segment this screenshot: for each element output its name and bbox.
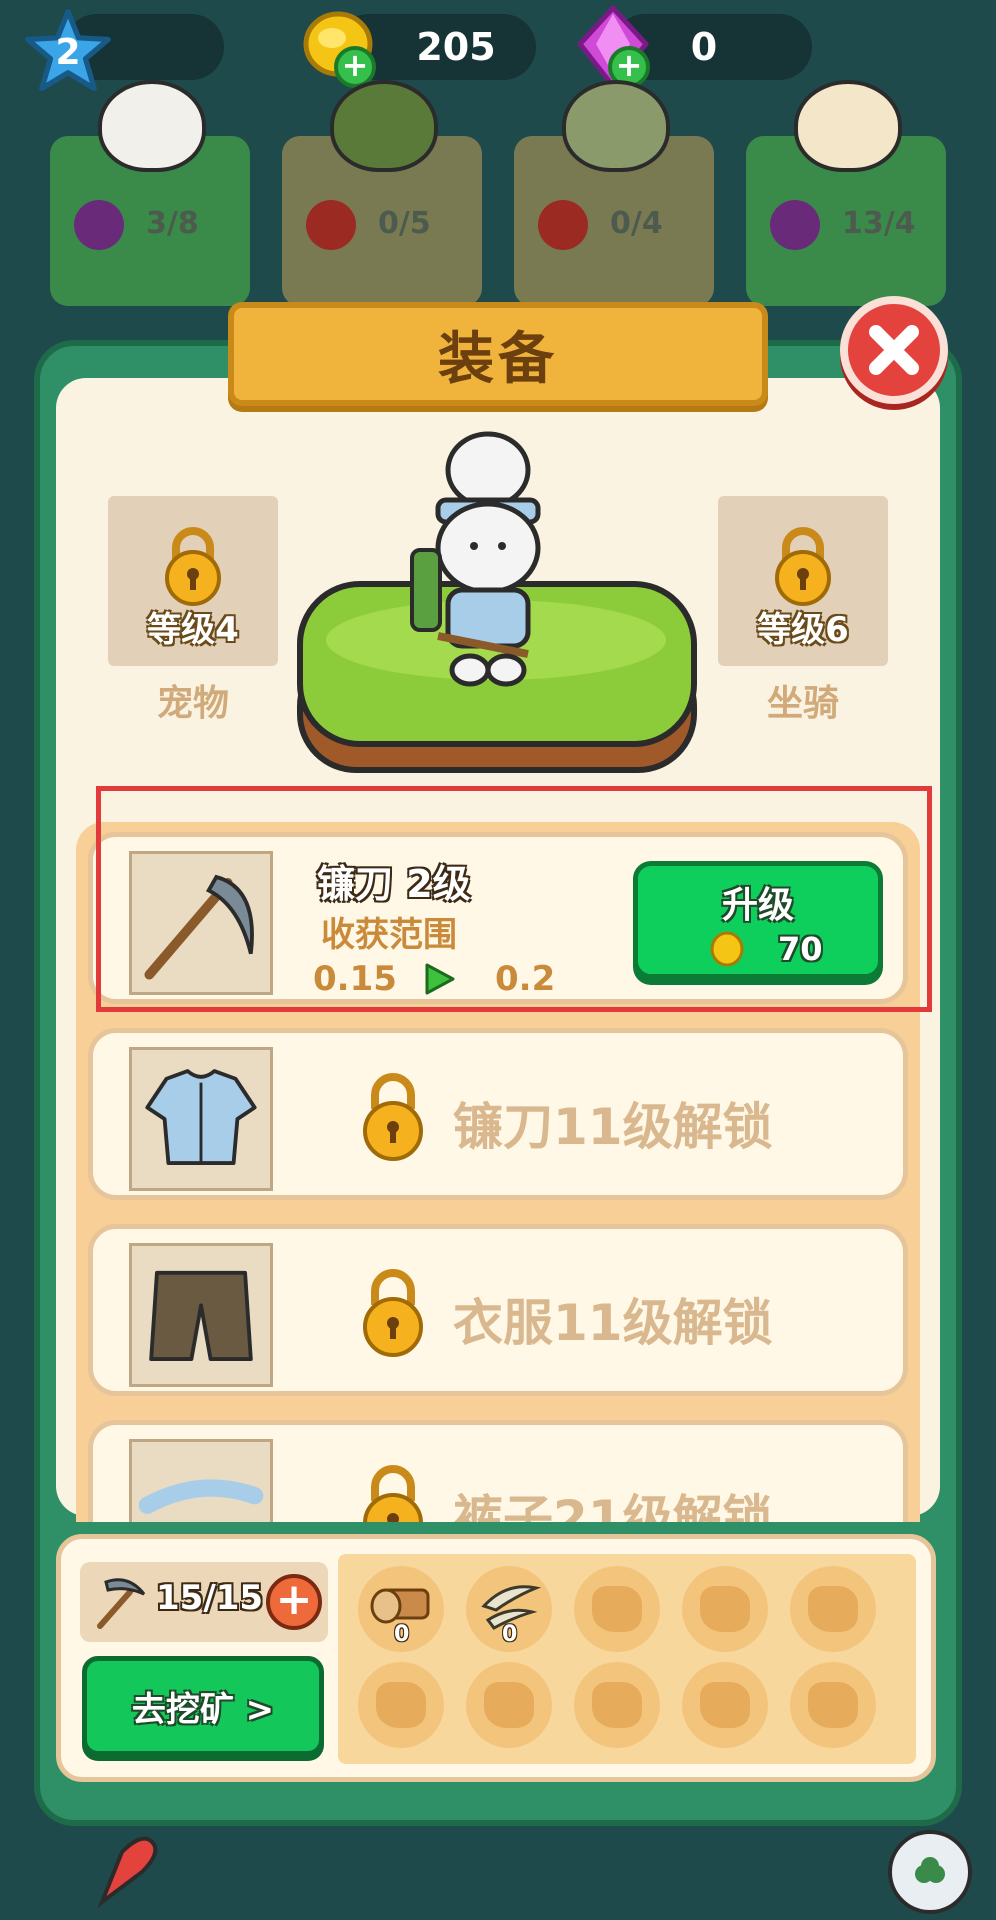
headband-icon [138,1479,264,1514]
shorts-slot [129,1243,273,1387]
lock-icon [165,527,221,606]
mount-slot[interactable]: 等级6 [718,496,888,666]
inventory-slot-locked[interactable] [790,1566,876,1652]
pickaxe-count: 15/15 [156,1578,264,1618]
upgrade-label: 升级 [721,885,794,926]
level-value: 2 [55,31,81,73]
coin-icon [710,931,744,967]
mount-slot-caption: 坐骑 [766,683,839,724]
play-arrow-icon [425,963,455,995]
inventory-slot-locked[interactable] [574,1566,660,1652]
pet-slot[interactable]: 等级4 [108,496,278,666]
locked-ore-icon [592,1682,642,1728]
inventory-slot[interactable]: 0 [466,1566,552,1652]
sickle-icon [144,874,254,980]
cow-head-icon [98,80,206,172]
animal-card-dragon[interactable]: 0/4 [514,80,714,306]
animal-card-count: 3/8 [146,206,199,241]
animal-card-blob[interactable]: 0/5 [282,80,482,306]
panel-title-banner: 装备 [228,302,768,406]
equipment-item-locked: 裤子21级解锁 [88,1420,908,1522]
equipment-list[interactable]: 镰刀 2级 收获范围 0.15 0.2 升级 70 镰刀11级解锁 衣服11级解… [76,822,920,1522]
go-mining-button[interactable]: 去挖矿 > [82,1656,324,1756]
cat-head-icon [794,80,902,172]
grape-icon [74,200,124,250]
dragon-head-icon [562,80,670,172]
gem-value: 0 [690,25,718,69]
inventory-slot-locked[interactable] [358,1662,444,1748]
inventory-slot-locked[interactable] [682,1662,768,1748]
close-icon [869,325,919,375]
animal-card-cow[interactable]: 3/8 [50,80,250,306]
lock-icon [363,1073,423,1161]
inventory-slot-locked[interactable] [574,1662,660,1748]
equipment-item-sickle: 镰刀 2级 收获范围 0.15 0.2 升级 70 [88,832,908,1004]
inventory-slot[interactable]: 0 [358,1566,444,1652]
go-mining-label: 去挖矿 > [131,1689,275,1730]
rocket-icon [97,1836,158,1908]
animal-card-count: 0/5 [378,206,431,241]
inventory-count: 0 [394,1622,410,1647]
locked-ore-icon [376,1682,426,1728]
upgrade-cost: 70 [778,930,823,968]
equipment-item-locked: 衣服11级解锁 [88,1224,908,1396]
equipment-item-locked: 镰刀11级解锁 [88,1028,908,1200]
stat-current: 0.15 [313,959,397,999]
close-button[interactable] [840,296,948,404]
unlock-requirement: 镰刀11级解锁 [453,1098,773,1156]
locked-ore-icon [592,1586,642,1632]
apple-icon [306,200,356,250]
pet-slot-level: 等级4 [147,610,239,650]
shirt-icon [145,1069,257,1165]
clover-icon [888,1830,972,1914]
pickaxe-energy: 15/15 + [80,1562,328,1642]
mount-slot-level: 等级6 [757,610,849,650]
add-pickaxe-button[interactable]: + [266,1574,322,1630]
lock-icon [775,527,831,606]
shorts-icon [149,1270,253,1361]
pickaxe-icon [97,1578,146,1629]
stat-next: 0.2 [495,959,556,999]
sickle-name: 镰刀 2级 [317,862,471,906]
headband-slot [129,1439,273,1522]
unlock-requirement: 裤子21级解锁 [453,1490,773,1522]
locked-ore-icon [808,1586,858,1632]
animal-card-count: 13/4 [842,206,916,241]
panel-title: 装备 [438,326,558,392]
inventory-count: 0 [502,1622,518,1647]
locked-ore-icon [700,1682,750,1728]
inventory-slot-locked[interactable] [466,1662,552,1748]
shirt-slot [129,1047,273,1191]
inventory-slot-locked[interactable] [790,1662,876,1748]
apple-icon [538,200,588,250]
locked-ore-icon [808,1682,858,1728]
coin-value: 205 [416,25,496,69]
lock-icon [363,1465,423,1522]
locked-ore-icon [700,1586,750,1632]
inventory-slot-locked[interactable] [682,1566,768,1652]
sickle-attribute: 收获范围 [321,915,457,955]
upgrade-button[interactable]: 升级 70 [633,861,883,979]
lock-icon [363,1269,423,1357]
blob-head-icon [330,80,438,172]
inventory-grid: 0 0 [338,1554,916,1764]
animal-card-count: 0/4 [610,206,663,241]
sickle-slot [129,851,273,995]
bunny-farmer-character [410,431,541,687]
unlock-requirement: 衣服11级解锁 [453,1294,773,1352]
animal-card-cat[interactable]: 13/4 [746,80,946,306]
pet-slot-caption: 宠物 [156,683,229,724]
locked-ore-icon [484,1682,534,1728]
grape-icon [770,200,820,250]
